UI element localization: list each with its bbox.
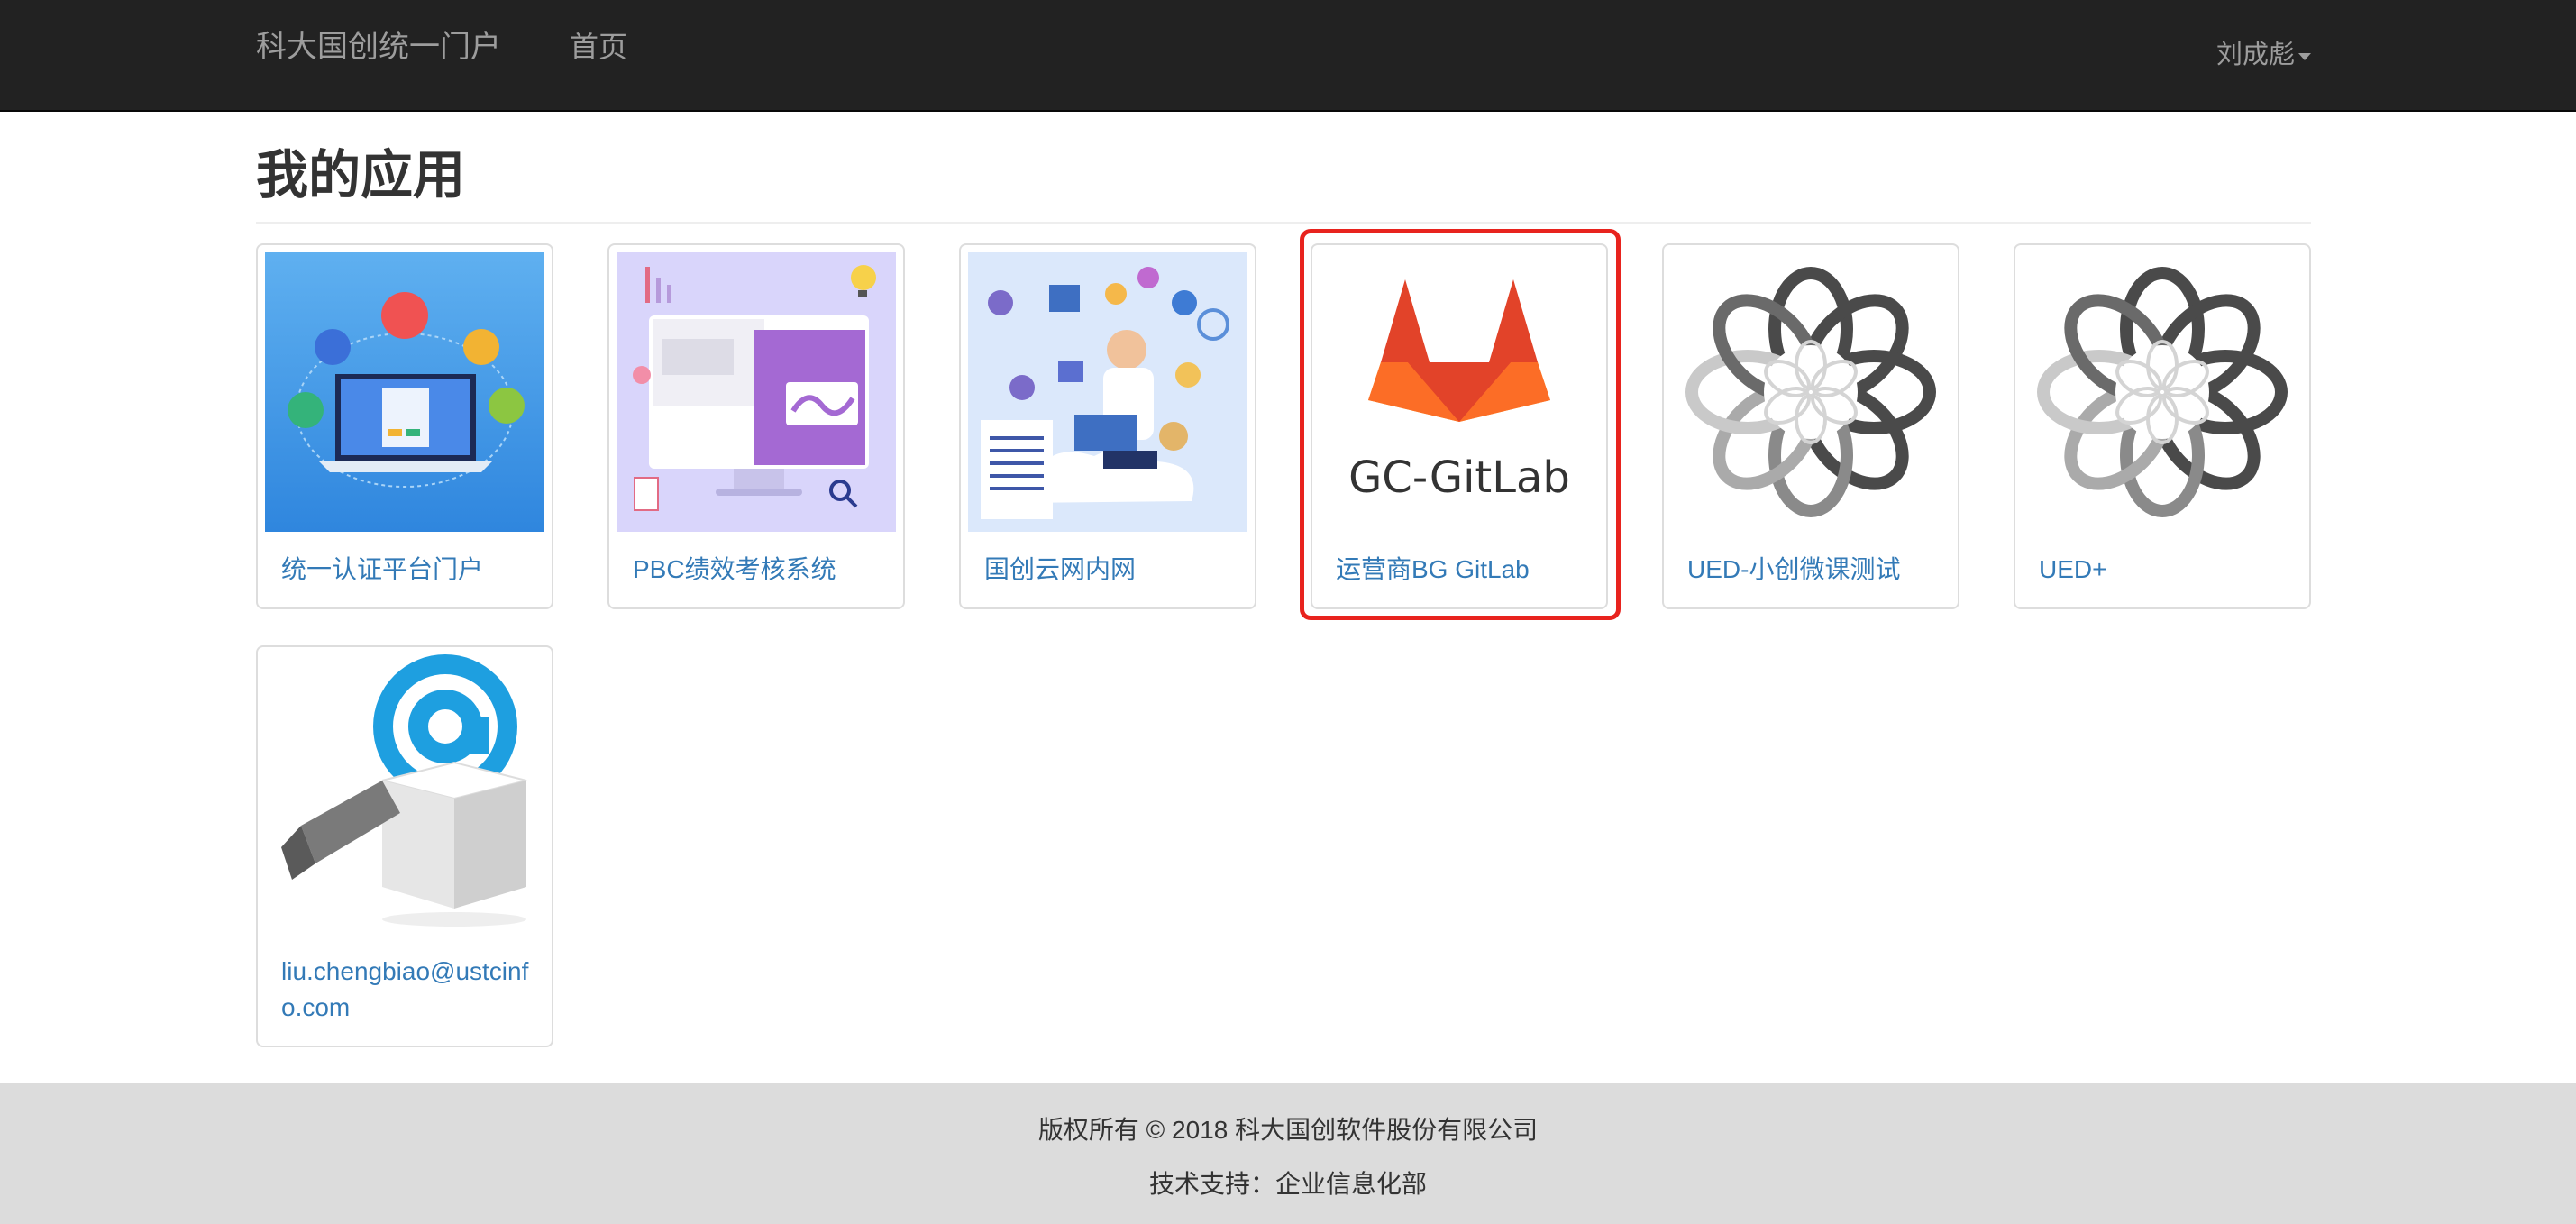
gitlab-logo: GC-GitLab: [1320, 252, 1599, 532]
app-label[interactable]: UED-小创微课测试: [1687, 552, 1940, 588]
brand-link[interactable]: 科大国创统一门户: [256, 0, 501, 110]
gitlab-logo-text: GC-GitLab: [1348, 452, 1570, 503]
page-title: 我的应用: [256, 146, 466, 205]
page-footer: 版权所有 © 2018 科大国创软件股份有限公司 技术支持：企业信息化部: [0, 1083, 2576, 1224]
app-label[interactable]: 国创云网内网: [984, 552, 1237, 588]
flower-logo: [2023, 252, 2302, 532]
header-divider: [256, 222, 2311, 224]
app-tile-auth-portal[interactable]: 统一认证平台门户: [256, 243, 553, 609]
footer-copyright: 版权所有 © 2018 科大国创软件股份有限公司: [1037, 1116, 1539, 1144]
user-menu-dropdown[interactable]: 刘成彪: [2216, 0, 2311, 110]
laptop-network-illustration: [265, 252, 544, 532]
footer-support: 技术支持：企业信息化部: [1148, 1170, 1427, 1198]
app-label[interactable]: 运营商BG GitLab: [1336, 552, 1588, 588]
app-label[interactable]: 统一认证平台门户: [281, 552, 534, 588]
flower-logo: [1671, 252, 1950, 532]
monitor-chart-illustration: [617, 252, 896, 532]
cloud-worker-illustration: [968, 252, 1247, 532]
app-tile-gitlab[interactable]: GC-GitLab 运营商BG GitLab: [1311, 243, 1608, 609]
mail-box-illustration: [265, 654, 544, 934]
app-label[interactable]: liu.chengbiao@ustcinfo.com: [281, 954, 534, 1026]
caret-down-icon: [2298, 53, 2311, 60]
nav-home-link[interactable]: 首页: [570, 0, 627, 110]
app-tile-mail[interactable]: liu.chengbiao@ustcinfo.com: [256, 645, 553, 1047]
app-tile-pbc[interactable]: PBC绩效考核系统: [607, 243, 905, 609]
app-tile-ued-course[interactable]: UED-小创微课测试: [1662, 243, 1959, 609]
app-label[interactable]: UED+: [2039, 552, 2291, 588]
app-tile-ued-plus[interactable]: UED+: [2014, 243, 2311, 609]
user-name: 刘成彪: [2215, 41, 2295, 69]
top-navbar: 科大国创统一门户 首页 刘成彪: [0, 0, 2576, 112]
app-tile-cloud-intranet[interactable]: 国创云网内网: [959, 243, 1256, 609]
app-label[interactable]: PBC绩效考核系统: [633, 552, 885, 588]
